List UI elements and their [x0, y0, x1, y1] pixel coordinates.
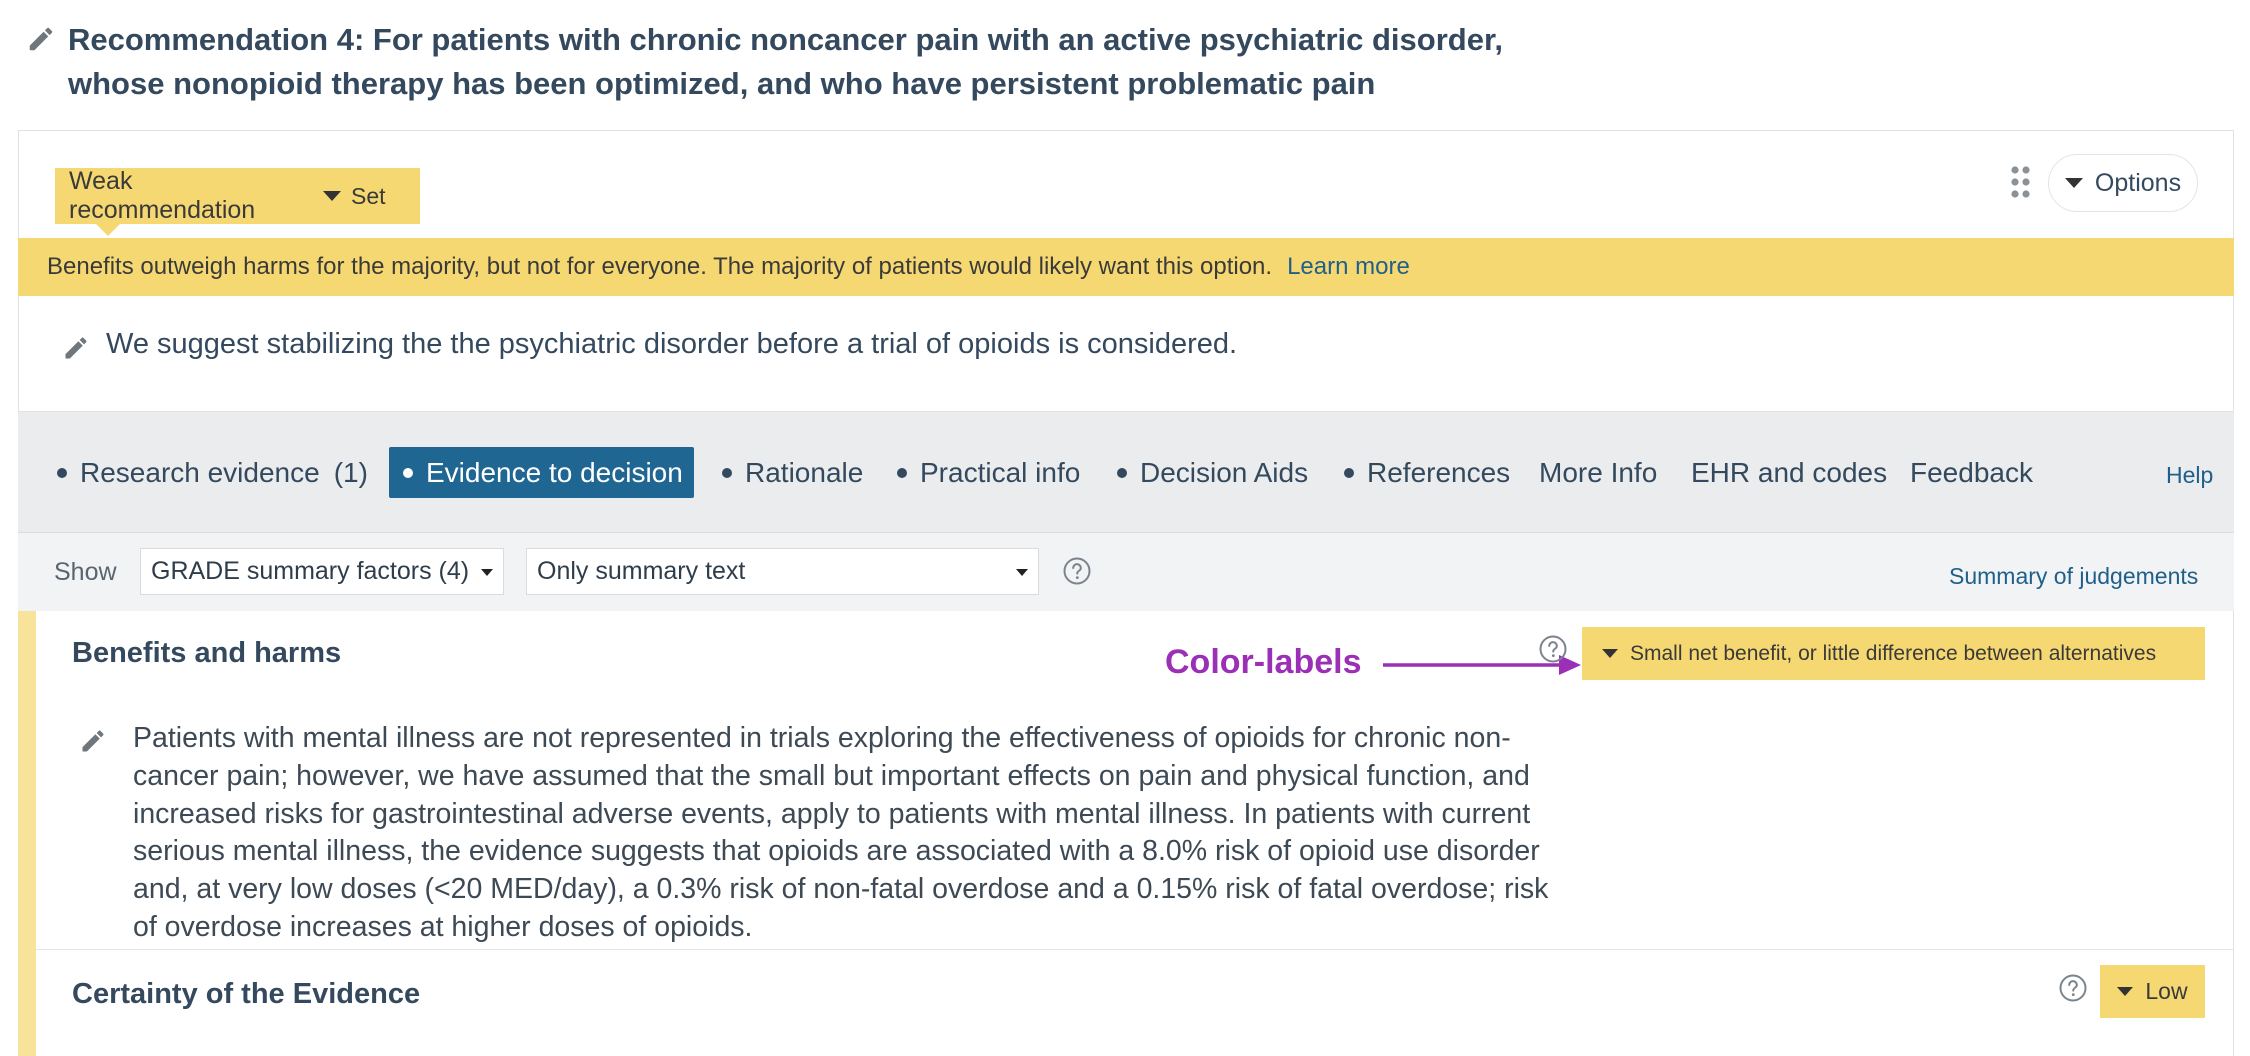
tab-label: Practical info — [920, 456, 1081, 488]
help-circle-icon[interactable] — [1538, 634, 1568, 664]
tab-research-evidence[interactable]: Research evidence (1) — [57, 447, 368, 498]
tab-label: Evidence to decision — [426, 456, 683, 488]
learn-more-link[interactable]: Learn more — [1287, 253, 1410, 281]
bullet-icon — [1117, 467, 1127, 478]
tab-evidence-to-decision[interactable]: Evidence to decision — [389, 447, 694, 498]
benefits-harms-title: Benefits and harms — [72, 637, 342, 669]
tab-label: References — [1367, 456, 1511, 488]
help-circle-icon[interactable] — [1062, 556, 1092, 586]
edit-pencil-icon[interactable] — [26, 24, 56, 54]
options-button[interactable]: Options — [2048, 154, 2198, 212]
strength-pointer — [96, 224, 120, 236]
caret-down-icon — [323, 191, 341, 201]
help-link[interactable]: Help — [2166, 462, 2213, 489]
tab-feedback[interactable]: Feedback — [1910, 447, 2033, 498]
banner-text: Benefits outweigh harms for the majority… — [47, 253, 1273, 280]
text-mode-select[interactable]: Only summary text — [526, 548, 1039, 595]
caret-down-icon — [2064, 178, 2083, 188]
bullet-icon — [722, 467, 732, 478]
tab-references[interactable]: References — [1344, 447, 1510, 498]
set-strength-button[interactable]: Set — [323, 183, 386, 210]
summary-of-judgements-link[interactable]: Summary of judgements — [1949, 563, 2198, 590]
color-labels-annotation: Color-labels — [1165, 643, 1362, 681]
strength-label: Weak recommendation — [69, 167, 256, 224]
factors-select[interactable]: GRADE summary factors (4) — [140, 548, 504, 595]
tab-label: Feedback — [1910, 456, 2033, 488]
help-circle-icon[interactable] — [2058, 973, 2088, 1003]
benefits-harms-text: Patients with mental illness are not rep… — [133, 722, 1549, 943]
tab-label: More Info — [1539, 456, 1658, 488]
recommendation-text: We suggest stabilizing the the psychiatr… — [106, 328, 1238, 360]
tab-label: Decision Aids — [1140, 456, 1309, 488]
section-color-bar — [18, 611, 36, 1056]
strength-explanation-banner: Benefits outweigh harms for the majority… — [18, 238, 2234, 296]
edit-pencil-icon[interactable] — [62, 334, 90, 362]
set-label: Set — [351, 182, 386, 209]
tab-practical-info[interactable]: Practical info — [897, 447, 1080, 498]
options-label: Options — [2094, 168, 2182, 197]
tab-decision-aids[interactable]: Decision Aids — [1117, 447, 1308, 498]
tab-ehr-and-codes[interactable]: EHR and codes — [1691, 447, 1887, 498]
bullet-icon — [1344, 467, 1354, 478]
tab-more-info[interactable]: More Info — [1539, 447, 1657, 498]
caret-down-icon — [1602, 649, 1618, 658]
bullet-icon — [897, 467, 907, 478]
bullet-icon — [403, 467, 413, 478]
judgement-label: Low — [2145, 978, 2188, 1004]
text-mode-select-value: Only summary text — [537, 557, 746, 585]
show-label: Show — [54, 558, 117, 586]
tab-label: Rationale — [745, 456, 864, 488]
tab-rationale[interactable]: Rationale — [722, 447, 863, 498]
certainty-title: Certainty of the Evidence — [72, 978, 421, 1010]
strength-badge: Weak recommendation Set — [55, 167, 420, 224]
drag-handle-icon[interactable] — [2010, 165, 2032, 199]
factors-select-value: GRADE summary factors (4) — [151, 557, 470, 585]
caret-down-icon — [2117, 987, 2134, 996]
bullet-icon — [57, 467, 67, 478]
caret-down-icon — [481, 569, 493, 576]
edit-pencil-icon[interactable] — [79, 727, 107, 755]
caret-down-icon — [1016, 569, 1028, 576]
certainty-judgement-dropdown[interactable]: Low — [2100, 965, 2205, 1018]
section-divider — [36, 949, 2234, 950]
benefits-judgement-dropdown[interactable]: Small net benefit, or little difference … — [1582, 627, 2205, 680]
tab-label: Research evidence — [80, 456, 320, 488]
tab-label: EHR and codes — [1691, 456, 1888, 488]
recommendation-title: Recommendation 4: For patients with chro… — [68, 22, 1503, 101]
judgement-label: Small net benefit, or little difference … — [1630, 641, 2157, 665]
tab-count: (1) — [333, 456, 368, 488]
